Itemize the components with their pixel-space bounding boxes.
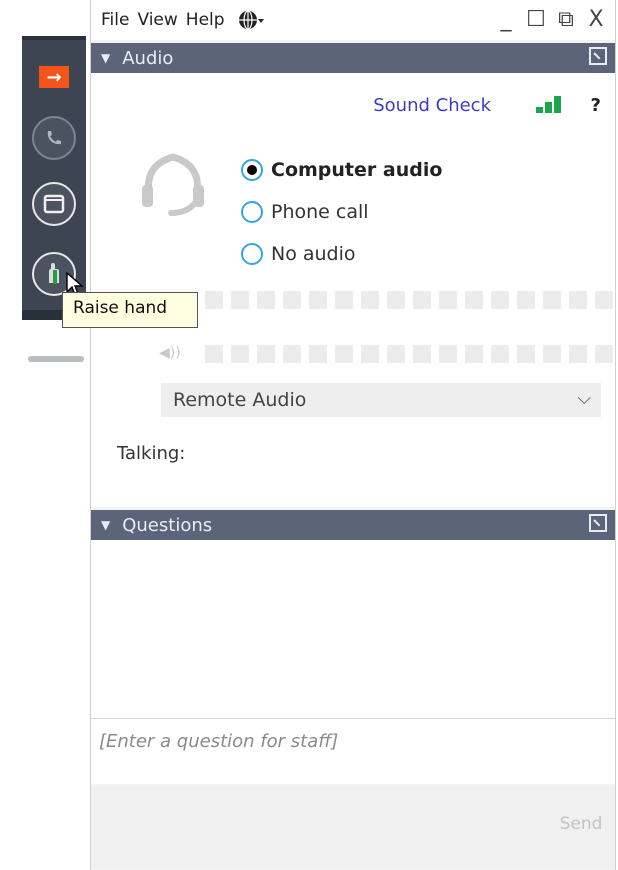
audio-panel-title: Audio xyxy=(122,47,174,69)
minimize-button[interactable]: _ xyxy=(495,6,517,32)
restore-button[interactable]: ⧉ xyxy=(555,6,577,32)
signal-strength-icon xyxy=(536,95,561,113)
globe-icon xyxy=(238,10,264,30)
toolbar-shadow xyxy=(28,356,84,362)
radio-button[interactable] xyxy=(241,201,263,223)
menu-help[interactable]: Help xyxy=(186,10,225,30)
questions-panel-title: Questions xyxy=(122,514,213,536)
send-button[interactable]: Send xyxy=(553,796,609,852)
window-controls: _ ☐ ⧉ X xyxy=(495,6,607,32)
collapse-panel-button[interactable]: → xyxy=(30,62,78,92)
speaker-icon: ◀)) xyxy=(159,345,181,361)
menu-file[interactable]: File xyxy=(101,10,129,30)
questions-panel-header[interactable]: ▼ Questions xyxy=(91,510,615,540)
question-input-placeholder: [Enter a question for staff] xyxy=(99,731,339,752)
radio-label: Phone call xyxy=(271,201,369,223)
popout-icon[interactable] xyxy=(589,514,607,532)
menu-bar: File View Help _ ☐ ⧉ X xyxy=(91,0,615,40)
arrow-right-icon: → xyxy=(39,66,69,88)
headset-icon xyxy=(142,153,204,216)
maximize-button[interactable]: ☐ xyxy=(525,6,547,32)
tooltip-text: Raise hand xyxy=(73,298,168,318)
audio-mode-radio-group: Computer audio Phone call No audio xyxy=(241,149,442,275)
raise-hand-tooltip: Raise hand xyxy=(62,292,198,328)
send-area: Send xyxy=(91,786,615,868)
question-input[interactable]: [Enter a question for staff] xyxy=(91,718,615,784)
phone-button[interactable] xyxy=(30,114,78,162)
audio-panel-header[interactable]: ▼ Audio xyxy=(91,43,615,73)
speaker-device-value: Remote Audio xyxy=(173,389,307,411)
menu-view[interactable]: View xyxy=(137,10,177,30)
radio-computer-audio[interactable]: Computer audio xyxy=(241,149,442,191)
window-button[interactable] xyxy=(30,180,78,228)
radio-label: No audio xyxy=(271,243,356,265)
speaker-device-select[interactable]: Remote Audio ⌵ xyxy=(161,383,601,417)
microphone-level-meter xyxy=(205,291,613,309)
radio-no-audio[interactable]: No audio xyxy=(241,233,442,275)
audio-help-button[interactable]: ? xyxy=(591,95,601,116)
phone-icon xyxy=(32,116,76,160)
radio-phone-call[interactable]: Phone call xyxy=(241,191,442,233)
collapse-triangle-icon: ▼ xyxy=(101,51,111,65)
radio-button[interactable] xyxy=(241,243,263,265)
sound-check-link[interactable]: Sound Check xyxy=(373,95,491,116)
radio-button[interactable] xyxy=(241,159,263,181)
talking-label: Talking: xyxy=(117,443,186,464)
window-icon xyxy=(32,182,76,226)
speaker-level-meter xyxy=(205,345,613,363)
close-button[interactable]: X xyxy=(585,6,607,32)
chevron-down-icon: ⌵ xyxy=(577,388,591,409)
audio-panel: Sound Check ? Computer audio Phone call … xyxy=(91,73,615,507)
language-menu[interactable] xyxy=(237,8,265,32)
questions-log xyxy=(91,540,615,718)
popout-icon[interactable] xyxy=(589,47,607,65)
collapse-triangle-icon: ▼ xyxy=(101,518,111,532)
main-window: File View Help _ ☐ ⧉ X ▼ Audio Sound Che… xyxy=(90,0,616,870)
radio-label: Computer audio xyxy=(271,159,443,181)
